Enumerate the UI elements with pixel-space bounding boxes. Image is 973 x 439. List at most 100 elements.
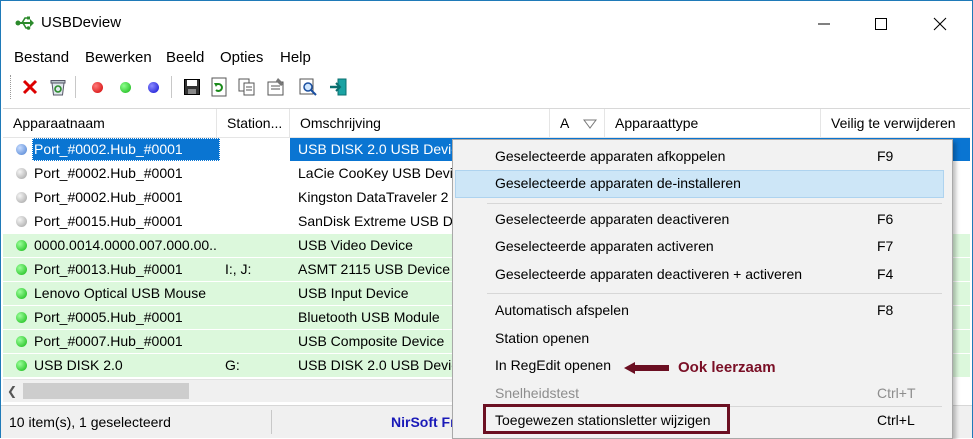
close-icon bbox=[933, 17, 947, 31]
column-header-station[interactable]: Station... bbox=[217, 109, 290, 137]
minimize-button[interactable] bbox=[811, 11, 837, 37]
menu-item-uninstall[interactable]: Geselecteerde apparaten de-installeren bbox=[455, 170, 944, 198]
green-dot-icon bbox=[16, 336, 27, 347]
cell-station: G: bbox=[225, 357, 240, 373]
scrollbar-thumb[interactable] bbox=[23, 383, 189, 399]
column-header-device-name[interactable]: Apparaatnaam bbox=[3, 109, 217, 137]
maximize-button[interactable] bbox=[868, 11, 894, 37]
menu-item-label: Geselecteerde apparaten deactiveren bbox=[495, 211, 730, 227]
cell-station bbox=[225, 234, 287, 257]
menu-help[interactable]: Help bbox=[280, 49, 311, 66]
cell-device-name: Port_#0007.Hub_#0001 bbox=[34, 333, 183, 349]
column-header-safe-to-unplug[interactable]: Veilig te verwijderen bbox=[821, 109, 970, 137]
cell-device-name: Port_#0002.Hub_#0001 bbox=[32, 138, 220, 161]
search-icon bbox=[299, 78, 317, 96]
menu-item-shortcut: F6 bbox=[877, 211, 894, 227]
menu-item-label: Snelheidstest bbox=[495, 385, 580, 401]
properties-button[interactable] bbox=[266, 77, 286, 97]
cell-device-name: Port_#0015.Hub_#0001 bbox=[34, 213, 183, 229]
connected-devices-button[interactable] bbox=[115, 77, 135, 97]
minimize-icon bbox=[818, 23, 830, 25]
scroll-left-button[interactable]: ❮ bbox=[3, 380, 21, 402]
search-button[interactable] bbox=[298, 77, 318, 97]
menu-beeld[interactable]: Beeld bbox=[166, 49, 204, 66]
delete-button[interactable] bbox=[20, 77, 40, 97]
cell-device-name: Lenovo Optical USB Mouse bbox=[34, 285, 206, 301]
menu-item-deactivate-activate[interactable]: Geselecteerde apparaten deactiveren + ac… bbox=[456, 262, 943, 288]
cell-station bbox=[225, 306, 287, 329]
menu-item-label: Geselecteerde apparaten activeren bbox=[495, 238, 714, 254]
cell-station bbox=[225, 282, 287, 305]
green-dot-icon bbox=[119, 81, 131, 93]
red-dot-icon bbox=[91, 81, 103, 93]
horizontal-scrollbar[interactable]: ❮ bbox=[3, 379, 453, 402]
status-separator bbox=[271, 410, 272, 434]
menu-opties[interactable]: Opties bbox=[220, 49, 263, 66]
column-header-description[interactable]: Omschrijving bbox=[290, 109, 550, 137]
exit-button[interactable] bbox=[328, 77, 348, 97]
recycle-icon bbox=[50, 80, 66, 96]
menu-item-activate[interactable]: Geselecteerde apparaten activeren F7 bbox=[456, 234, 943, 260]
menu-item-shortcut: F4 bbox=[877, 266, 894, 282]
title-bar: USBDeview bbox=[1, 1, 972, 45]
usb-app-icon bbox=[15, 16, 34, 30]
filter-icon bbox=[583, 119, 597, 129]
menu-item-deactivate[interactable]: Geselecteerde apparaten deactiveren F6 bbox=[456, 207, 943, 233]
copy-button[interactable] bbox=[237, 77, 257, 97]
column-header-a[interactable]: A bbox=[550, 109, 605, 137]
menu-bestand[interactable]: Bestand bbox=[14, 49, 69, 66]
window-title: USBDeview bbox=[41, 14, 122, 31]
annotation-highlight-box bbox=[483, 404, 730, 434]
column-header-device-type[interactable]: Apparaattype bbox=[605, 109, 821, 137]
disconnected-devices-button[interactable] bbox=[143, 77, 163, 97]
close-button[interactable] bbox=[927, 11, 953, 37]
toolbar-separator bbox=[75, 76, 76, 98]
green-dot-icon bbox=[16, 360, 27, 371]
menu-item-label: Station openen bbox=[495, 330, 590, 346]
refresh-icon bbox=[211, 77, 227, 97]
cell-device-name: USB DISK 2.0 bbox=[34, 357, 123, 373]
menu-separator bbox=[487, 203, 942, 204]
green-dot-icon bbox=[16, 288, 27, 299]
gray-dot-icon bbox=[16, 168, 27, 179]
menu-item-shortcut: F7 bbox=[877, 238, 894, 254]
column-header-a-label: A bbox=[560, 115, 570, 131]
menu-item-open-drive[interactable]: Station openen bbox=[456, 326, 943, 352]
menu-separator bbox=[487, 293, 942, 294]
refresh-button[interactable] bbox=[209, 77, 229, 97]
cell-station bbox=[225, 330, 287, 353]
menu-item-shortcut: F9 bbox=[877, 148, 894, 164]
menu-item-disconnect[interactable]: Geselecteerde apparaten afkoppelen F9 bbox=[456, 144, 943, 170]
save-button[interactable] bbox=[182, 77, 202, 97]
menu-item-shortcut: Ctrl+L bbox=[877, 412, 915, 428]
menu-item-label: Geselecteerde apparaten afkoppelen bbox=[495, 148, 726, 164]
menu-item-label: Automatisch afspelen bbox=[495, 302, 629, 318]
menu-bewerken[interactable]: Bewerken bbox=[85, 49, 152, 66]
menu-item-autoplay[interactable]: Automatisch afspelen F8 bbox=[456, 298, 943, 324]
context-menu: Geselecteerde apparaten afkoppelen F9 Ge… bbox=[452, 139, 953, 439]
menu-item-label: Geselecteerde apparaten deactiveren + ac… bbox=[495, 266, 803, 282]
gray-dot-icon bbox=[16, 216, 27, 227]
properties-icon bbox=[267, 78, 284, 96]
recycle-button[interactable] bbox=[48, 77, 68, 97]
green-dot-icon bbox=[16, 312, 27, 323]
cell-station: I:, J: bbox=[225, 261, 252, 277]
cell-device-name: Port_#0002.Hub_#0001 bbox=[34, 165, 183, 181]
cell-station bbox=[225, 138, 287, 161]
status-item-count: 10 item(s), 1 geselecteerd bbox=[9, 414, 171, 430]
blue-dot-icon bbox=[16, 144, 27, 155]
cell-device-name: Port_#0005.Hub_#0001 bbox=[34, 309, 183, 325]
copy-icon bbox=[238, 78, 255, 96]
cell-station bbox=[225, 210, 287, 233]
disabled-devices-button[interactable] bbox=[87, 77, 107, 97]
exit-icon bbox=[330, 78, 347, 96]
menu-item-label: Geselecteerde apparaten de-installeren bbox=[495, 175, 741, 191]
save-icon bbox=[184, 79, 200, 95]
nirsoft-link[interactable]: NirSoft Fr bbox=[391, 414, 456, 430]
cell-device-name: 0000.0014.0000.007.000.00... bbox=[34, 237, 218, 253]
list-header: Apparaatnaam Station... Omschrijving A A… bbox=[3, 109, 970, 138]
menu-item-shortcut: Ctrl+T bbox=[877, 385, 916, 401]
green-dot-icon bbox=[16, 264, 27, 275]
cell-device-name: Port_#0013.Hub_#0001 bbox=[34, 261, 183, 277]
toolbar bbox=[1, 70, 972, 104]
